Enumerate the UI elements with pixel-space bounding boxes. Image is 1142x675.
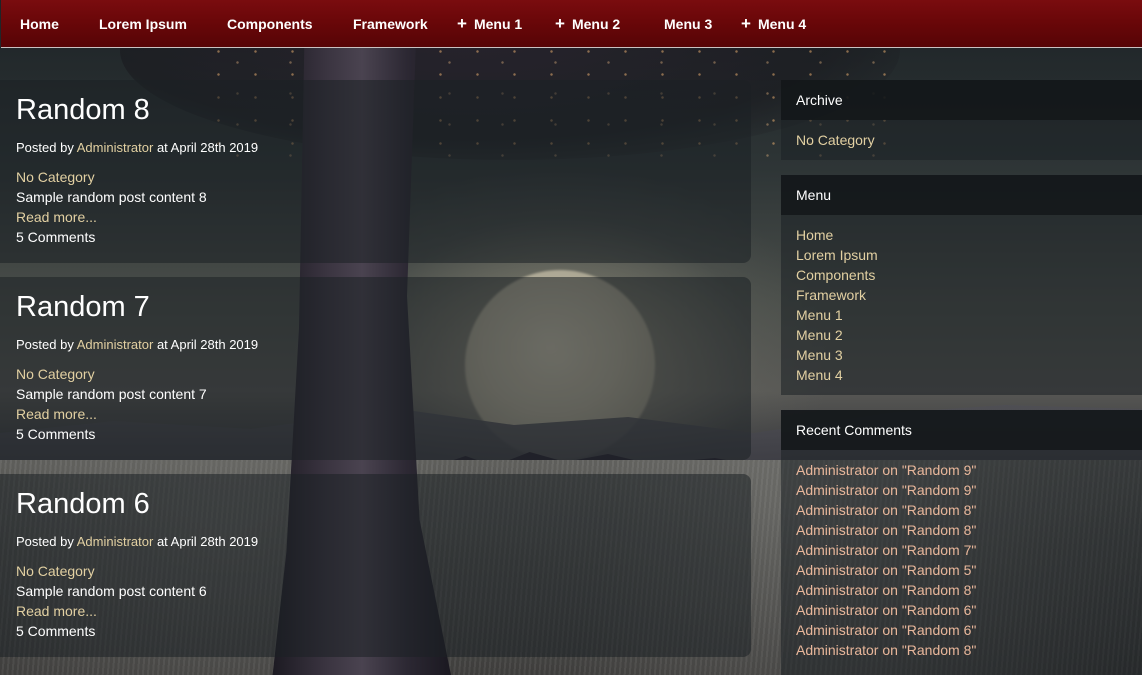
widget-title: Archive — [781, 80, 1142, 120]
menu-item-components[interactable]: Components — [796, 265, 1142, 285]
nav-item-framework[interactable]: Framework — [353, 0, 428, 48]
comments-link[interactable]: 5 Comments — [16, 229, 95, 245]
post-title[interactable]: Random 7 — [16, 291, 150, 324]
post-author-link[interactable]: Administrator — [77, 140, 154, 155]
post-author-link[interactable]: Administrator — [77, 534, 154, 549]
menu-item-home[interactable]: Home — [796, 225, 1142, 245]
recent-comments-widget: Recent Comments Administrator on "Random… — [781, 410, 1142, 675]
archive-widget: Archive No Category — [781, 80, 1142, 160]
read-more-link[interactable]: Read more... — [16, 406, 97, 422]
recent-comment-item[interactable]: Administrator on "Random 8" — [796, 640, 1142, 660]
nav-item-lorem-ipsum[interactable]: Lorem Ipsum — [99, 0, 187, 48]
read-more-link[interactable]: Read more... — [16, 603, 97, 619]
nav-item-menu-4[interactable]: + Menu 4 — [741, 0, 806, 48]
nav-item-components[interactable]: Components — [227, 0, 313, 48]
widget-title: Menu — [781, 175, 1142, 215]
nav-item-label: Home — [20, 16, 59, 32]
post-random-6: Random 6 Posted by Administrator at Apri… — [0, 474, 751, 657]
post-title[interactable]: Random 8 — [16, 94, 150, 127]
post-title[interactable]: Random 6 — [16, 488, 150, 521]
recent-comment-item[interactable]: Administrator on "Random 8" — [796, 580, 1142, 600]
menu-item-menu-1[interactable]: Menu 1 — [796, 305, 1142, 325]
widget-title: Recent Comments — [781, 410, 1142, 450]
post-meta: Posted by Administrator at April 28th 20… — [16, 534, 258, 549]
recent-comment-item[interactable]: Administrator on "Random 8" — [796, 520, 1142, 540]
plus-icon: + — [457, 14, 467, 33]
post-meta: Posted by Administrator at April 28th 20… — [16, 337, 258, 352]
recent-comments-list: Administrator on "Random 9" Administrato… — [781, 450, 1142, 660]
nav-item-home[interactable]: Home — [20, 0, 59, 48]
nav-item-menu-2[interactable]: + Menu 2 — [555, 0, 620, 48]
comments-link[interactable]: 5 Comments — [16, 426, 95, 442]
nav-item-label: Framework — [353, 16, 428, 32]
recent-comment-item[interactable]: Administrator on "Random 6" — [796, 620, 1142, 640]
post-meta: Posted by Administrator at April 28th 20… — [16, 140, 258, 155]
post-category-link[interactable]: No Category — [16, 366, 95, 382]
post-content: Sample random post content 6 — [16, 583, 207, 599]
recent-comment-item[interactable]: Administrator on "Random 9" — [796, 460, 1142, 480]
menu-list: Home Lorem Ipsum Components Framework Me… — [781, 215, 1142, 385]
nav-item-label: Menu 4 — [757, 16, 807, 32]
nav-item-label: Menu 3 — [664, 16, 713, 32]
post-date: at April 28th 2019 — [156, 140, 259, 155]
nav-item-label: Menu 2 — [571, 16, 621, 32]
post-author-link[interactable]: Administrator — [77, 337, 154, 352]
post-random-8: Random 8 Posted by Administrator at Apri… — [0, 80, 751, 263]
post-date: at April 28th 2019 — [156, 337, 259, 352]
recent-comment-item[interactable]: Administrator on "Random 5" — [796, 560, 1142, 580]
post-content: Sample random post content 7 — [16, 386, 207, 402]
top-navigation: Home Lorem Ipsum Components Framework + M… — [1, 0, 1142, 48]
recent-comment-item[interactable]: Administrator on "Random 6" — [796, 600, 1142, 620]
posted-by-label: Posted by — [16, 534, 74, 549]
menu-item-menu-3[interactable]: Menu 3 — [796, 345, 1142, 365]
nav-item-label: Menu 1 — [473, 16, 523, 32]
archive-list: No Category — [781, 120, 1142, 150]
post-content: Sample random post content 8 — [16, 189, 207, 205]
menu-widget: Menu Home Lorem Ipsum Components Framewo… — [781, 175, 1142, 395]
read-more-link[interactable]: Read more... — [16, 209, 97, 225]
comments-link[interactable]: 5 Comments — [16, 623, 95, 639]
post-date: at April 28th 2019 — [156, 534, 259, 549]
nav-item-menu-3[interactable]: Menu 3 — [664, 0, 712, 48]
plus-icon: + — [555, 14, 565, 33]
nav-item-label: Components — [227, 16, 313, 32]
menu-item-menu-4[interactable]: Menu 4 — [796, 365, 1142, 385]
post-random-7: Random 7 Posted by Administrator at Apri… — [0, 277, 751, 460]
menu-item-lorem-ipsum[interactable]: Lorem Ipsum — [796, 245, 1142, 265]
menu-item-framework[interactable]: Framework — [796, 285, 1142, 305]
nav-item-label: Lorem Ipsum — [99, 16, 187, 32]
post-category-link[interactable]: No Category — [16, 169, 95, 185]
posted-by-label: Posted by — [16, 140, 74, 155]
recent-comment-item[interactable]: Administrator on "Random 9" — [796, 480, 1142, 500]
menu-item-menu-2[interactable]: Menu 2 — [796, 325, 1142, 345]
recent-comment-item[interactable]: Administrator on "Random 8" — [796, 500, 1142, 520]
posted-by-label: Posted by — [16, 337, 74, 352]
nav-item-menu-1[interactable]: + Menu 1 — [457, 0, 522, 48]
archive-item[interactable]: No Category — [796, 130, 1142, 150]
plus-icon: + — [741, 14, 751, 33]
recent-comment-item[interactable]: Administrator on "Random 7" — [796, 540, 1142, 560]
post-category-link[interactable]: No Category — [16, 563, 95, 579]
